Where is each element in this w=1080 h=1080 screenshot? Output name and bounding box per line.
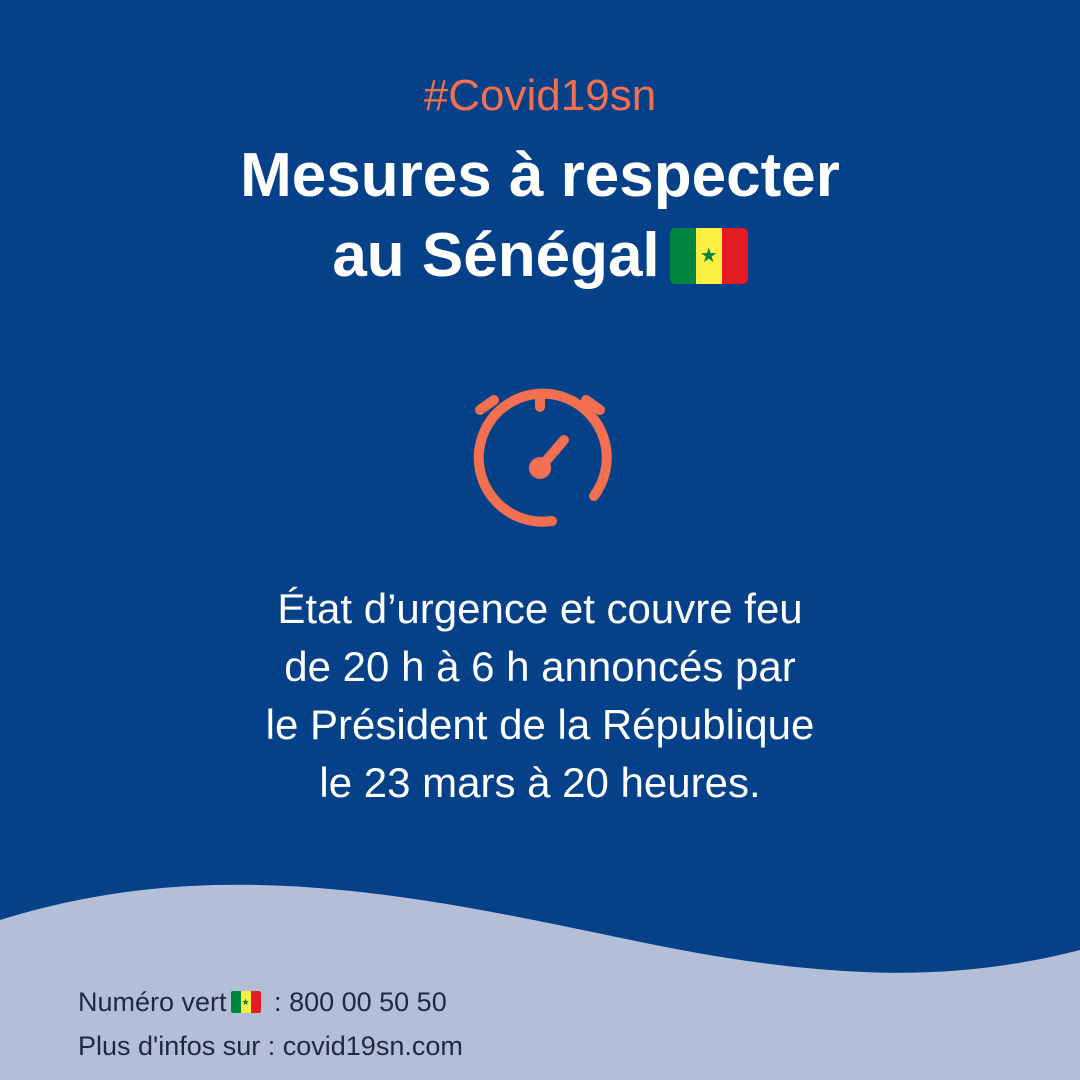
stopwatch-icon	[473, 388, 612, 527]
info-row: Plus d'infos sur : covid19sn.com	[78, 1024, 463, 1068]
flag-star-small: ★	[241, 997, 250, 1007]
footer-info: Numéro vert ★ : 800 00 50 50 Plus d'info…	[78, 980, 463, 1068]
flag-star: ★	[699, 244, 718, 267]
message-line-2: de 20 h à 6 h annoncés par	[284, 643, 796, 690]
title-line-1: Mesures à respecter	[240, 141, 840, 210]
hotline-label: Numéro vert	[78, 987, 227, 1017]
message-line-1: État d’urgence et couvre feu	[277, 585, 803, 632]
hotline-separator: :	[266, 987, 290, 1017]
info-website-link[interactable]: covid19sn.com	[283, 1024, 463, 1068]
message-line-3: le Président de la République	[265, 701, 815, 748]
hashtag: #Covid19sn	[423, 71, 657, 120]
hotline-row: Numéro vert ★ : 800 00 50 50	[78, 980, 463, 1024]
title-line-2: au Sénégal	[332, 221, 660, 290]
page-title: Mesures à respecter au Sénégal ★	[0, 136, 1080, 296]
hotline-number[interactable]: 800 00 50 50	[289, 980, 447, 1024]
senegal-flag-small-icon: ★	[230, 991, 261, 1013]
curfew-message: État d’urgence et couvre feu de 20 h à 6…	[0, 580, 1080, 812]
message-line-4: le 23 mars à 20 heures.	[319, 759, 761, 806]
info-label: Plus d'infos sur :	[78, 1031, 283, 1061]
senegal-flag-icon: ★	[669, 227, 748, 284]
title-line-2-wrapper: au Sénégal ★	[0, 216, 1080, 296]
